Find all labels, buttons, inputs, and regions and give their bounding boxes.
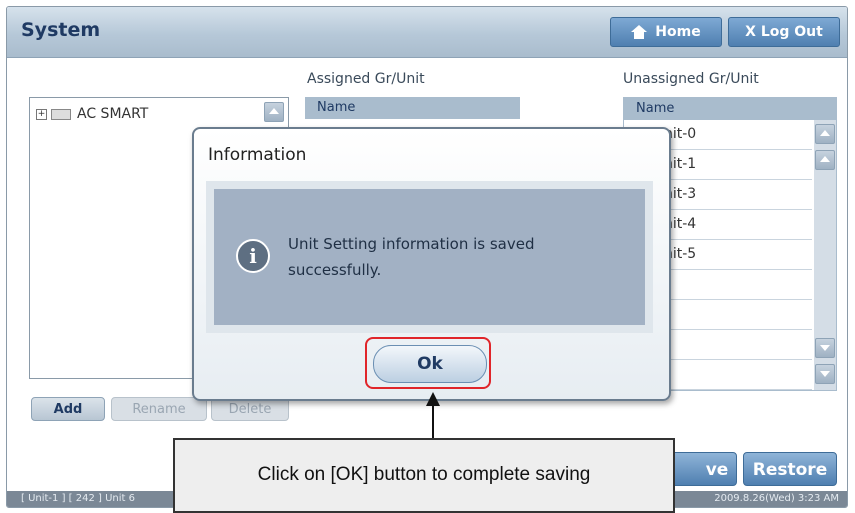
instruction-callout: Click on [OK] button to complete saving bbox=[173, 438, 675, 513]
expand-icon[interactable]: + bbox=[36, 108, 47, 120]
unassigned-scrollbar[interactable] bbox=[814, 120, 836, 390]
dialog-message-panel: i Unit Setting information is saved succ… bbox=[206, 181, 653, 333]
title-bar: System Home X Log Out bbox=[7, 7, 847, 58]
home-icon bbox=[631, 25, 648, 39]
rename-button[interactable]: Rename bbox=[111, 397, 207, 421]
assigned-name-header: Name bbox=[305, 97, 520, 119]
info-icon: i bbox=[236, 239, 270, 273]
scroll-down-button[interactable] bbox=[815, 338, 835, 358]
page-title: System bbox=[21, 19, 101, 41]
scroll-top-button[interactable] bbox=[815, 124, 835, 144]
home-label: Home bbox=[655, 24, 701, 40]
dialog-title: Information bbox=[208, 145, 307, 165]
scroll-up-button[interactable] bbox=[815, 150, 835, 170]
add-button[interactable]: Add bbox=[31, 397, 105, 421]
logout-button[interactable]: X Log Out bbox=[728, 17, 840, 47]
scroll-bottom-button[interactable] bbox=[815, 364, 835, 384]
restore-button[interactable]: Restore bbox=[743, 452, 837, 486]
status-left-text: [ Unit-1 ] [ 242 ] Unit 6 bbox=[21, 493, 135, 504]
folder-icon bbox=[51, 108, 71, 120]
ok-button[interactable]: Ok bbox=[373, 345, 487, 383]
tree-node-label: AC SMART bbox=[77, 106, 149, 122]
assigned-heading: Assigned Gr/Unit bbox=[307, 71, 425, 87]
instruction-text: Click on [OK] button to complete saving bbox=[257, 464, 591, 485]
home-button[interactable]: Home bbox=[610, 17, 722, 47]
tree-node-ac-smart[interactable]: + AC SMART bbox=[36, 106, 148, 122]
tree-scroll-up-button[interactable] bbox=[264, 102, 284, 122]
callout-pointer bbox=[432, 404, 434, 438]
unassigned-heading: Unassigned Gr/Unit bbox=[623, 71, 759, 87]
status-datetime: 2009.8.26(Wed) 3:23 AM bbox=[714, 493, 839, 504]
save-button[interactable]: ve bbox=[667, 452, 737, 486]
save-label: ve bbox=[705, 460, 729, 480]
unassigned-name-header: Name bbox=[624, 98, 836, 120]
dialog-message: Unit Setting information is saved succes… bbox=[288, 235, 535, 279]
